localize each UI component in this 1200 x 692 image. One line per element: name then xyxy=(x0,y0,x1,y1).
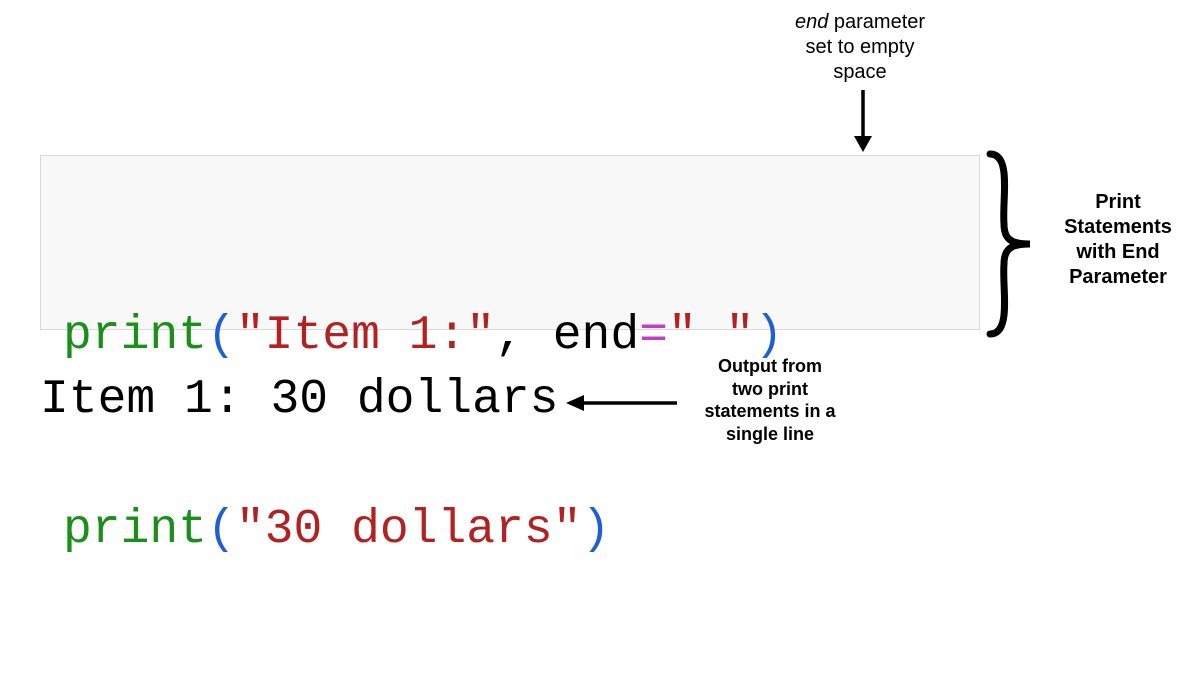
code-token: , xyxy=(495,309,553,363)
code-token: "Item 1:" xyxy=(236,309,495,363)
code-token: "30 dollars" xyxy=(236,503,582,557)
code-token: ( xyxy=(207,309,236,363)
arrow-left-to-output xyxy=(562,388,682,418)
code-token: = xyxy=(639,309,668,363)
annotation-end-italic: end xyxy=(795,11,828,33)
code-block: print("Item 1:", end=" ") print("30 doll… xyxy=(40,155,980,330)
output-text: Item 1: 30 dollars xyxy=(40,373,558,427)
code-line-2: print("30 dollars") xyxy=(63,498,957,563)
code-token: print xyxy=(63,503,207,557)
annotation-output-single-line: Output from two print statements in a si… xyxy=(680,355,860,445)
annotation-print-statements: Print Statements with End Parameter xyxy=(1038,190,1198,290)
annotation-end-parameter: end parameter set to empty space xyxy=(760,10,960,85)
code-token: print xyxy=(63,309,207,363)
code-token: end xyxy=(553,309,639,363)
arrow-down-to-end xyxy=(848,90,878,155)
curly-brace-right xyxy=(982,150,1042,338)
code-token: ) xyxy=(582,503,611,557)
code-token: ( xyxy=(207,503,236,557)
